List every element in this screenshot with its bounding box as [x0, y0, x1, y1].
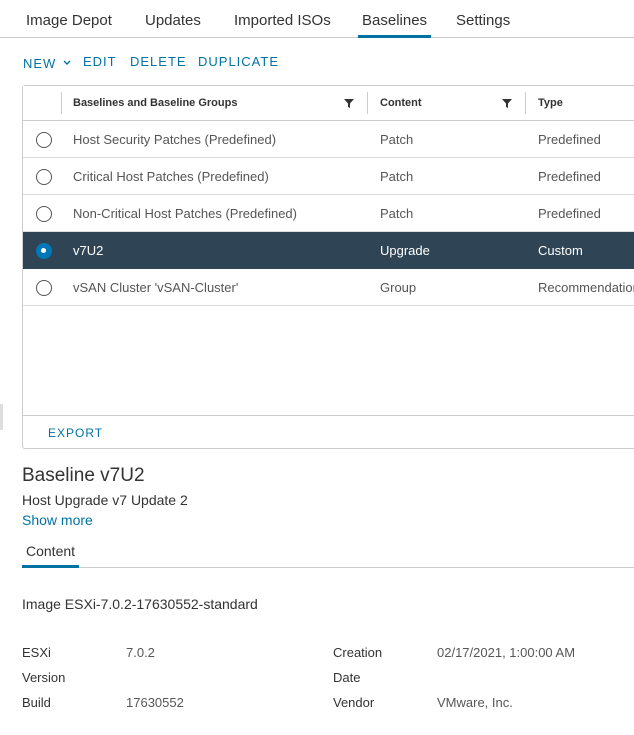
creation-date-value: 02/17/2021, 1:00:00 AM: [437, 645, 576, 660]
type-cell: Predefined: [538, 206, 601, 221]
new-button[interactable]: NEW: [23, 54, 71, 71]
content-cell: Patch: [380, 132, 414, 147]
build-label: Build: [22, 695, 51, 710]
content-cell: Patch: [380, 169, 414, 184]
table-row[interactable]: vSAN Cluster 'vSAN-Cluster' Group Recomm…: [23, 269, 634, 306]
row-radio[interactable]: [36, 132, 52, 148]
tab-updates[interactable]: Updates: [141, 12, 205, 38]
build-value: 17630552: [126, 695, 184, 710]
tab-image-depot[interactable]: Image Depot: [22, 12, 116, 38]
duplicate-button[interactable]: DUPLICATE: [198, 54, 279, 69]
table-row[interactable]: Non-Critical Host Patches (Predefined) P…: [23, 195, 634, 232]
content-cell: Upgrade: [380, 243, 430, 258]
content-cell: Patch: [380, 206, 414, 221]
column-divider[interactable]: [525, 92, 526, 114]
row-radio[interactable]: [36, 169, 52, 185]
vendor-label: Vendor: [333, 695, 375, 710]
table-row-selected[interactable]: v7U2 Upgrade Custom: [23, 232, 634, 269]
chevron-down-icon: [63, 54, 71, 69]
type-cell: Predefined: [538, 169, 601, 184]
delete-button[interactable]: DELETE: [130, 54, 187, 69]
baseline-name-cell: Host Security Patches (Predefined): [73, 132, 277, 147]
tab-imported-isos[interactable]: Imported ISOs: [230, 12, 335, 38]
esxi-version-label-line1: ESXi: [22, 645, 51, 660]
detail-subtitle: Host Upgrade v7 Update 2: [22, 492, 188, 508]
top-tab-bar: Image Depot Updates Imported ISOs Baseli…: [0, 0, 634, 38]
new-button-label: NEW: [23, 56, 57, 71]
type-cell: Recommendation: [538, 280, 634, 295]
column-header-content[interactable]: Content: [380, 97, 422, 109]
edit-button[interactable]: EDIT: [83, 54, 117, 69]
grid-footer: EXPORT: [23, 415, 634, 449]
filter-icon[interactable]: [344, 98, 354, 109]
baseline-name-cell: v7U2: [73, 243, 104, 258]
type-cell: Predefined: [538, 132, 601, 147]
tab-baselines[interactable]: Baselines: [358, 12, 432, 38]
detail-title: Baseline v7U2: [22, 465, 145, 486]
splitter-handle[interactable]: [0, 404, 3, 430]
filter-icon[interactable]: [502, 98, 512, 109]
creation-date-label-line2: Date: [333, 670, 361, 685]
column-header-type[interactable]: Type: [538, 97, 563, 109]
show-more-link[interactable]: Show more: [22, 512, 93, 528]
baseline-name-cell: Critical Host Patches (Predefined): [73, 169, 269, 184]
vendor-value: VMware, Inc.: [437, 695, 513, 710]
creation-date-label-line1: Creation: [333, 645, 383, 660]
esxi-version-label-line2: Version: [22, 670, 66, 685]
export-button[interactable]: EXPORT: [48, 426, 103, 440]
esxi-version-value: 7.0.2: [126, 645, 155, 660]
tab-content[interactable]: Content: [22, 543, 80, 568]
table-row[interactable]: Host Security Patches (Predefined) Patch…: [23, 121, 634, 158]
baseline-name-cell: Non-Critical Host Patches (Predefined): [73, 206, 297, 221]
row-radio[interactable]: [36, 206, 52, 222]
column-divider[interactable]: [61, 92, 62, 114]
baseline-name-cell: vSAN Cluster 'vSAN-Cluster': [73, 280, 239, 295]
column-header-baselines[interactable]: Baselines and Baseline Groups: [73, 97, 237, 109]
column-divider[interactable]: [367, 92, 368, 114]
image-name: Image ESXi-7.0.2-17630552-standard: [22, 596, 258, 612]
grid-header: Baselines and Baseline Groups Content Ty…: [23, 86, 634, 121]
table-row[interactable]: Critical Host Patches (Predefined) Patch…: [23, 158, 634, 195]
type-cell: Custom: [538, 243, 583, 258]
detail-tab-bar: Content: [22, 537, 634, 568]
baselines-grid: Baselines and Baseline Groups Content Ty…: [22, 85, 634, 449]
content-cell: Group: [380, 280, 417, 295]
tab-settings[interactable]: Settings: [452, 12, 514, 38]
row-radio[interactable]: [36, 280, 52, 296]
row-radio-selected[interactable]: [36, 243, 52, 259]
